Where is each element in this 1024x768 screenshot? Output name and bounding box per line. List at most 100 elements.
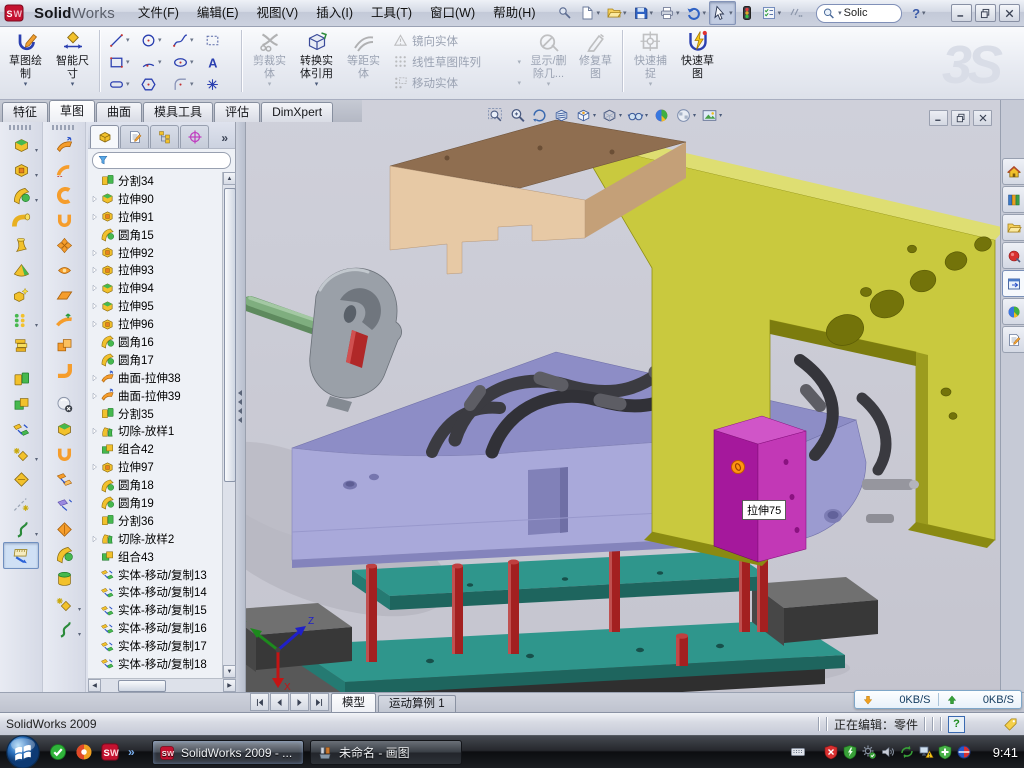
replace-face-button[interactable] (47, 417, 81, 442)
quick-tips-button[interactable]: ? (948, 716, 965, 733)
apply-scene-button[interactable]: ▾ (674, 106, 697, 125)
menu-tools[interactable]: 工具(T) (362, 1, 421, 26)
expand-arrow-icon[interactable] (90, 392, 100, 400)
help-dropdown-icon[interactable]: ▾ (922, 9, 926, 17)
line-button[interactable]: ▾ (108, 29, 140, 51)
tab-configurationmanager[interactable] (150, 125, 179, 148)
tab-sketch[interactable]: 草图 (49, 100, 95, 122)
menu-window[interactable]: 窗口(W) (421, 1, 484, 26)
rapid-sketch-button[interactable]: 快速草图 (674, 26, 721, 96)
menu-view[interactable]: 视图(V) (248, 1, 308, 26)
zoom-to-area-button[interactable] (508, 106, 527, 125)
tab-motion-study-1[interactable]: 运动算例 1 (378, 695, 456, 712)
expand-arrow-icon[interactable] (90, 284, 100, 292)
tree-item[interactable]: 拉伸90 (90, 190, 223, 208)
rib-button[interactable] (4, 333, 38, 358)
scroll-up-button[interactable]: ▲ (223, 172, 236, 185)
last-tab-button[interactable] (310, 693, 329, 711)
display-delete-relations-button[interactable]: 显示/删除几...▾ (525, 26, 572, 96)
expand-arrow-icon[interactable] (90, 213, 100, 221)
dome-button[interactable] (4, 283, 38, 308)
freeform-button[interactable] (47, 517, 81, 542)
reference-geometry-button[interactable]: ▾ (4, 442, 38, 467)
view-settings-button[interactable]: ▾ (700, 106, 723, 125)
hide-show-items-button[interactable]: ▾ (626, 106, 649, 125)
expand-arrow-icon[interactable] (90, 320, 100, 328)
start-button[interactable] (5, 734, 41, 768)
open-document-dropdown-icon[interactable]: ▾ (623, 9, 627, 17)
mirror-entities-button[interactable]: 镜向实体 (393, 30, 521, 51)
network-speed-widget[interactable]: 0KB/S 0KB/S (854, 690, 1022, 709)
curve-button[interactable]: ▾ (4, 517, 38, 542)
help-button[interactable]: ? (912, 6, 920, 21)
tree-item[interactable]: 圆角15 (90, 226, 223, 244)
trim-entities-button[interactable]: 剪裁实体▾ (246, 26, 293, 96)
tray-antivirus-icon[interactable] (823, 744, 839, 760)
print-button[interactable]: ▾ (656, 1, 683, 25)
tree-item[interactable]: 圆角18 (90, 476, 223, 494)
tab-design-library[interactable] (1002, 186, 1024, 213)
ellipse-button[interactable]: ▾ (172, 51, 204, 73)
polygon-button[interactable] (140, 73, 172, 95)
extruded-surface-button[interactable] (47, 133, 81, 158)
spline-button[interactable]: ▾ (172, 29, 204, 51)
document-restore-button[interactable] (951, 110, 970, 126)
tree-item[interactable]: 组合43 (90, 548, 223, 566)
smart-dimension-button[interactable]: 智能尺寸▾ (49, 26, 96, 96)
reference-plane-button[interactable] (4, 467, 38, 492)
search-box[interactable]: ▾ Solic (816, 4, 902, 23)
tree-item[interactable]: 切除-放样1 (90, 422, 223, 440)
swept-surface-button[interactable] (47, 183, 81, 208)
restore-button[interactable] (975, 4, 996, 22)
linear-sketch-pattern-button[interactable]: 线性草图阵列▾ (393, 51, 521, 72)
tab-propertymanager[interactable] (120, 125, 149, 148)
combine-button[interactable] (4, 392, 38, 417)
tab-evaluate[interactable]: 评估 (214, 102, 260, 122)
tab-custom-properties[interactable] (1002, 326, 1024, 353)
new-document-button[interactable]: ▾ (576, 1, 603, 25)
tree-item[interactable]: 切除-放样2 (90, 530, 223, 548)
split-button[interactable] (4, 367, 38, 392)
filled-surface-button[interactable] (47, 258, 81, 283)
taskbar-window-2[interactable]: 未命名 - 画图 (310, 740, 462, 765)
tray-app-icon[interactable] (956, 744, 972, 760)
surface-curve-button[interactable]: ▾ (47, 617, 81, 642)
expand-arrow-icon[interactable] (90, 302, 100, 310)
minimize-button[interactable] (951, 4, 972, 22)
tray-volume-icon[interactable] (880, 744, 896, 760)
tree-filter-input[interactable] (92, 152, 231, 169)
offset-entities-button[interactable]: 等距实体 (340, 26, 387, 96)
menu-help[interactable]: 帮助(H) (484, 1, 544, 26)
scroll-right-button[interactable]: ▶ (223, 679, 236, 692)
straight-slot-button[interactable]: ▾ (108, 73, 140, 95)
close-button[interactable] (999, 4, 1020, 22)
expand-arrow-icon[interactable] (90, 535, 100, 543)
chamfer-button[interactable] (4, 258, 38, 283)
instant3d-button[interactable] (3, 542, 39, 569)
surface-fillet-button[interactable] (47, 542, 81, 567)
sketch-fillet-button[interactable]: ▾ (172, 73, 204, 95)
tab-features[interactable]: 特征 (2, 102, 48, 122)
expand-arrow-icon[interactable] (90, 195, 100, 203)
tab-file-explorer[interactable] (1002, 214, 1024, 241)
extruded-cut-button[interactable]: ▾ (4, 158, 38, 183)
surface-reference-button[interactable]: ▾ (47, 592, 81, 617)
move-copy-body-button[interactable] (4, 417, 38, 442)
tab-mold-tools[interactable]: 模具工具 (143, 102, 213, 122)
fillet-button[interactable]: ▾ (4, 183, 38, 208)
quick-launch-solidworks-icon[interactable]: SW (100, 742, 120, 762)
knit-surface-button[interactable] (47, 333, 81, 358)
delete-face-button[interactable] (47, 392, 81, 417)
centerpoint-arc-button[interactable]: ▾ (140, 51, 172, 73)
boundary-surface-button[interactable] (47, 233, 81, 258)
selection-box-button[interactable] (204, 29, 236, 51)
open-document-button[interactable]: ▾ (603, 1, 630, 25)
keyboard-tray-icon[interactable] (790, 744, 806, 760)
zoom-to-fit-button[interactable] (486, 106, 505, 125)
quick-launch-chevron-icon[interactable]: » (128, 745, 135, 759)
undo-dropdown-icon[interactable]: ▾ (703, 9, 707, 17)
select-button[interactable]: ▾ (709, 1, 736, 25)
planar-surface-button[interactable] (47, 283, 81, 308)
taskbar-window-1[interactable]: SWSolidWorks 2009 - ... (152, 740, 304, 765)
new-document-dropdown-icon[interactable]: ▾ (596, 9, 600, 17)
